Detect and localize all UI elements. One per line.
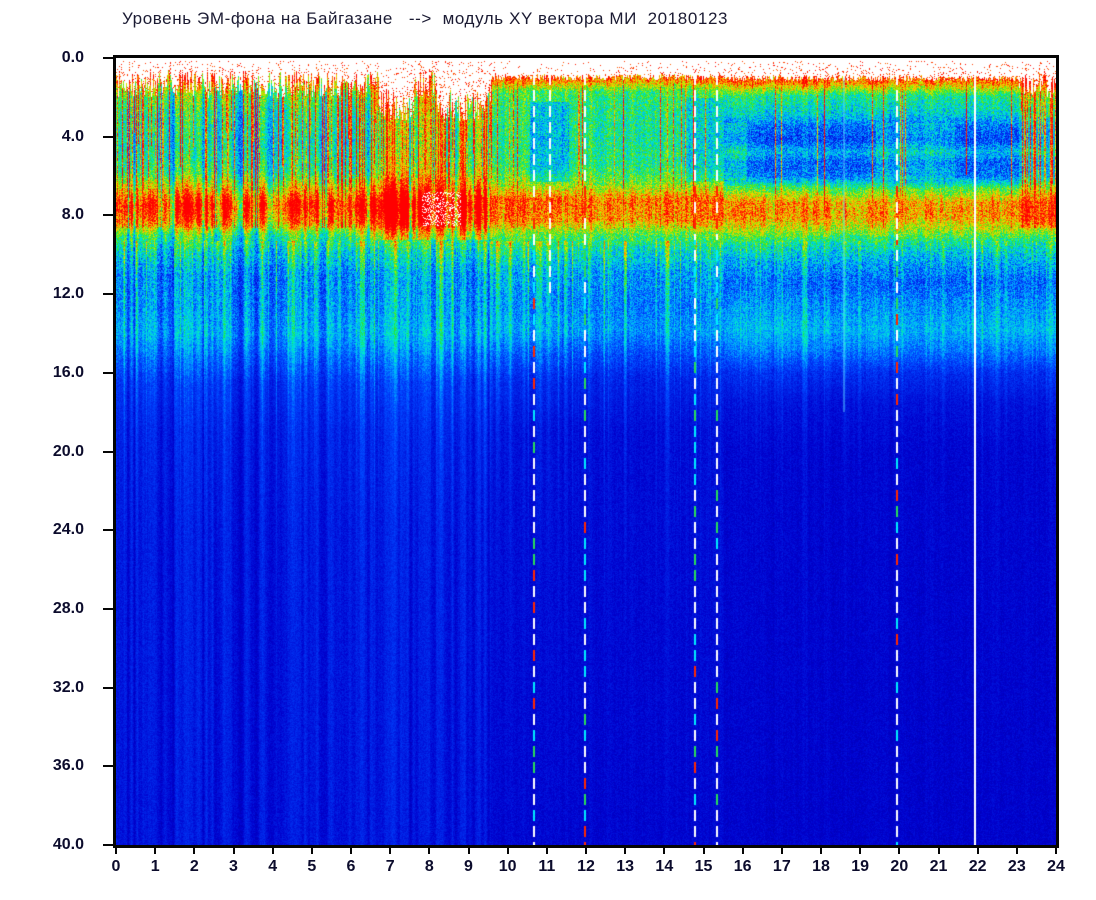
x-tick-label: 12: [577, 858, 595, 875]
y-tick-label: 4.0: [61, 127, 84, 145]
x-tick-label: 16: [733, 858, 752, 875]
x-tick-label: 22: [968, 858, 987, 875]
x-tick: [310, 845, 313, 854]
x-tick-label: 20: [890, 858, 909, 875]
x-tick: [585, 845, 587, 854]
y-tick: [103, 686, 113, 689]
y-tick: [103, 529, 113, 532]
x-tick-label: 11: [538, 858, 556, 875]
y-tick: [103, 293, 113, 296]
y-tick-label: 36.0: [52, 757, 84, 775]
y-tick-label: 40.0: [52, 836, 84, 853]
y-tick: [103, 844, 113, 846]
x-tick: [1015, 845, 1018, 854]
y-tick-label: 8.0: [61, 206, 84, 224]
x-tick: [467, 845, 470, 854]
chart-title: Уровень ЭМ-фона на Байгазане --> модуль …: [122, 9, 729, 28]
x-tick-label: 5: [307, 858, 317, 875]
x-tick: [820, 845, 822, 854]
y-tick-label: 24.0: [52, 521, 84, 539]
x-tick: [115, 845, 117, 854]
y-tick-label: 32.0: [52, 678, 84, 696]
y-tick: [103, 607, 113, 610]
x-tick: [663, 845, 666, 854]
x-tick: [350, 845, 352, 854]
x-tick-label: 24: [1047, 858, 1065, 875]
x-tick: [506, 845, 509, 854]
y-tick: [103, 57, 113, 59]
x-tick-label: 17: [772, 858, 791, 875]
x-tick-label: 0: [111, 858, 121, 875]
y-tick-label: 12.0: [52, 285, 84, 303]
x-tick-label: 9: [464, 858, 473, 875]
x-tick-label: 6: [346, 858, 356, 875]
y-tick-label: 20.0: [52, 442, 84, 460]
x-tick: [154, 845, 157, 854]
x-tick: [937, 845, 940, 854]
x-tick: [389, 845, 392, 854]
y-tick-label: 0.0: [61, 49, 84, 66]
x-tick: [898, 845, 901, 854]
y-tick: [103, 765, 113, 768]
x-tick: [859, 845, 862, 854]
x-tick: [1055, 845, 1057, 854]
x-tick-label: 7: [385, 858, 395, 875]
x-tick-label: 23: [1007, 858, 1026, 875]
x-tick-label: 21: [929, 858, 948, 875]
y-tick: [103, 450, 113, 453]
x-tick: [428, 845, 431, 854]
y-tick-label: 28.0: [52, 599, 84, 617]
x-tick-label: 10: [498, 858, 517, 875]
x-tick: [741, 845, 744, 854]
x-tick-label: 19: [851, 858, 870, 875]
x-tick: [271, 845, 274, 854]
y-tick: [103, 371, 113, 374]
x-tick: [232, 845, 235, 854]
spectrogram-canvas: [116, 58, 1056, 845]
x-tick-label: 8: [424, 858, 434, 875]
y-tick: [103, 135, 113, 138]
x-tick-label: 2: [189, 858, 199, 875]
y-tick-label: 16.0: [52, 363, 84, 381]
x-tick-label: 1: [150, 858, 160, 875]
x-tick: [702, 845, 705, 854]
x-tick-label: 4: [268, 858, 278, 875]
x-tick-label: 15: [694, 858, 713, 875]
x-tick: [545, 845, 548, 854]
x-tick: [780, 845, 783, 854]
x-tick-label: 18: [812, 858, 830, 875]
y-tick: [103, 214, 113, 217]
x-tick-label: 14: [655, 858, 674, 875]
chart-root: Уровень ЭМ-фона на Байгазане --> модуль …: [0, 0, 1096, 900]
x-tick-label: 3: [229, 858, 238, 875]
x-tick: [624, 845, 627, 854]
x-tick: [193, 845, 196, 854]
x-tick-label: 13: [616, 858, 635, 875]
plot-frame: [113, 55, 1059, 848]
x-tick: [976, 845, 979, 854]
